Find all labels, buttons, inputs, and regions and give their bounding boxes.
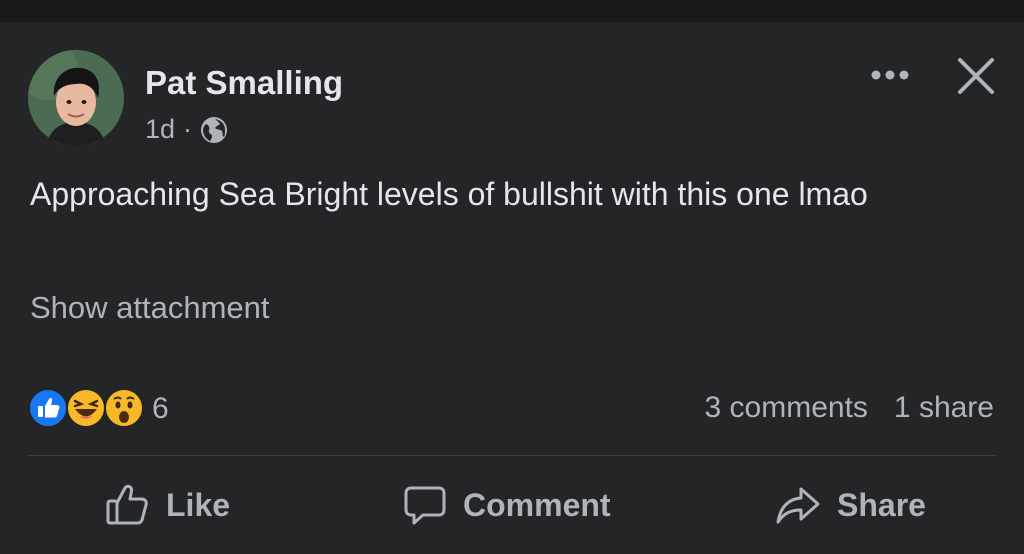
top-bar: [0, 0, 1024, 22]
close-icon[interactable]: [954, 54, 998, 98]
thumbs-up-icon: [106, 484, 148, 525]
comment-icon: [404, 486, 446, 525]
profile-photo: [28, 50, 124, 146]
comment-button[interactable]: Comment: [403, 470, 611, 540]
share-icon: [776, 487, 820, 524]
author-name[interactable]: Pat Smalling: [145, 64, 343, 102]
wow-icon: [104, 388, 144, 428]
post-text: Approaching Sea Bright levels of bullshi…: [30, 176, 868, 212]
reaction-icons: [28, 388, 146, 430]
haha-icon: [66, 388, 106, 428]
avatar[interactable]: [28, 50, 124, 146]
reaction-count: 6: [152, 392, 169, 425]
like-icon: [28, 388, 68, 428]
reactions-summary[interactable]: 6: [28, 388, 169, 430]
shares-count-link[interactable]: 1 share: [894, 391, 994, 425]
share-button[interactable]: Share: [775, 470, 926, 540]
share-label: Share: [837, 486, 926, 523]
show-attachment-link[interactable]: Show attachment: [30, 290, 270, 326]
more-options-icon[interactable]: [866, 62, 914, 88]
meta-separator: ·: [183, 114, 193, 144]
post-meta: 1d ·: [145, 114, 228, 145]
globe-icon: [200, 116, 228, 144]
post-time[interactable]: 1d: [145, 114, 175, 145]
comments-count-link[interactable]: 3 comments: [705, 391, 868, 425]
divider: [28, 455, 996, 456]
like-label: Like: [166, 486, 231, 523]
like-button[interactable]: Like: [104, 470, 230, 540]
engagement-stats: 3 comments 1 share: [705, 391, 994, 425]
action-bar: Like Comment Share: [0, 470, 1024, 540]
comment-label: Comment: [463, 486, 611, 523]
